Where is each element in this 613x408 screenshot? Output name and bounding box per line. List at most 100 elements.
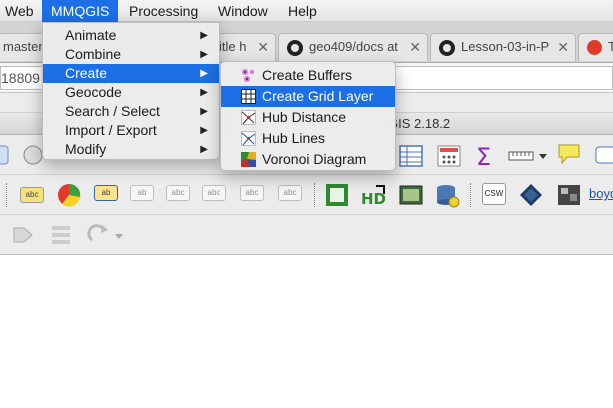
rotate-label-icon[interactable]: abc <box>240 185 264 201</box>
tab-label: master <box>3 39 43 54</box>
menu-item-combine[interactable]: Combine ▶ <box>43 45 219 64</box>
label-text: abc <box>245 188 259 197</box>
menu-item-label: Animate <box>65 27 117 43</box>
menu-item-animate[interactable]: Animate ▶ <box>43 26 219 45</box>
hd-plugin-icon[interactable]: HD <box>360 182 386 208</box>
tomato-icon <box>587 40 602 56</box>
menu-bar: Web MMQGIS Processing Window Help <box>0 0 613 22</box>
chevron-down-icon[interactable] <box>112 223 126 249</box>
menu-item-modify[interactable]: Modify ▶ <box>43 140 219 159</box>
list-icon[interactable] <box>48 222 74 248</box>
label-text: ab <box>101 188 111 197</box>
menu-item-label: Hub Distance <box>262 109 347 125</box>
boyd-link[interactable]: boyd <box>589 186 613 201</box>
move-label-icon[interactable]: abc <box>202 185 226 201</box>
grid-icon <box>241 89 256 104</box>
pin-label-icon[interactable]: ab <box>130 185 154 201</box>
close-icon[interactable]: ✕ <box>409 34 421 60</box>
submenu-arrow-icon: ▶ <box>200 68 208 79</box>
menu-web[interactable]: Web <box>0 0 43 22</box>
tab-label: geo409/docs at <box>309 39 398 54</box>
plugin-green-icon[interactable] <box>324 182 350 208</box>
qgis-toolbar-2: abc ab ab abc abc abc abc HD CSW boyd <box>0 175 613 215</box>
csw-label: CSW <box>484 189 504 198</box>
submenu-arrow-icon: ▶ <box>200 125 208 136</box>
redo-icon[interactable] <box>86 222 112 248</box>
menu-mmqgis[interactable]: MMQGIS <box>42 0 119 22</box>
label-highlight-icon[interactable]: ab <box>94 185 118 201</box>
map-canvas[interactable] <box>0 255 613 408</box>
window-title-text: GIS 2.18.2 <box>388 116 451 131</box>
map-tips-icon[interactable] <box>556 141 582 167</box>
menu-help[interactable]: Help <box>279 0 326 22</box>
browser-tab[interactable]: itle h ✕ <box>212 33 276 61</box>
csw-icon[interactable]: CSW <box>482 183 506 205</box>
satellite-tile-icon[interactable] <box>518 182 544 208</box>
annotation-icon[interactable] <box>594 143 613 169</box>
browser-tab[interactable]: geo409/docs at ✕ <box>278 33 428 61</box>
svg-text:HD: HD <box>361 190 386 208</box>
tab-label: itle h <box>219 39 247 54</box>
toolbar-separator <box>6 183 8 207</box>
diagram-pie-icon[interactable] <box>56 182 82 208</box>
toolbar-separator <box>314 183 316 207</box>
menu-item-create-buffers[interactable]: Create Buffers <box>221 65 395 86</box>
menu-item-label: Search / Select <box>65 103 160 119</box>
svg-text:Σ: Σ <box>476 143 491 169</box>
toolbar-separator <box>470 183 472 207</box>
zoom-icon[interactable] <box>0 142 12 168</box>
statistics-sigma-icon[interactable]: Σ <box>472 143 498 169</box>
label-text: abc <box>25 190 39 199</box>
database-icon[interactable] <box>434 182 460 208</box>
submenu-arrow-icon: ▶ <box>200 144 208 155</box>
close-icon[interactable]: ✕ <box>257 34 269 60</box>
tab-label: T <box>608 39 613 54</box>
menu-item-geocode[interactable]: Geocode ▶ <box>43 83 219 102</box>
voronoi-icon <box>241 152 256 167</box>
menu-item-label: Create <box>65 65 108 81</box>
menu-item-search-select[interactable]: Search / Select ▶ <box>43 102 219 121</box>
menu-window[interactable]: Window <box>209 0 277 22</box>
screen: { "menubar": { "items": ["Web", "MMQGIS"… <box>0 0 613 408</box>
menu-item-create-grid-layer[interactable]: Create Grid Layer <box>221 86 395 107</box>
field-calculator-icon[interactable] <box>436 143 462 169</box>
buffers-icon <box>242 69 255 82</box>
label-text: abc <box>171 188 185 197</box>
create-submenu: Create Buffers Create Grid Layer Hub Dis… <box>220 61 396 171</box>
menu-item-label: Geocode <box>65 84 122 100</box>
menu-item-hub-lines[interactable]: Hub Lines <box>221 128 395 149</box>
hub-lines-icon <box>241 131 256 146</box>
submenu-arrow-icon: ▶ <box>200 30 208 41</box>
measure-ruler-icon[interactable] <box>508 143 534 169</box>
label-text: ab <box>137 188 147 197</box>
photo-plugin-icon[interactable] <box>398 182 424 208</box>
show-label-icon[interactable]: abc <box>166 185 190 201</box>
menu-item-label: Voronoi Diagram <box>262 151 367 167</box>
menu-item-label: Import / Export <box>65 122 157 138</box>
menu-item-voronoi-diagram[interactable]: Voronoi Diagram <box>221 149 395 170</box>
submenu-arrow-icon: ▶ <box>200 87 208 98</box>
menu-item-label: Hub Lines <box>262 130 326 146</box>
menu-item-label: Create Grid Layer <box>262 88 374 104</box>
mmqgis-dropdown: Animate ▶ Combine ▶ Create ▶ Geocode ▶ Searc… <box>42 22 220 160</box>
url-text: 18809 <box>1 70 40 86</box>
close-icon[interactable]: ✕ <box>557 34 569 60</box>
label-tool-icon[interactable]: abc <box>20 187 44 203</box>
menu-item-import-export[interactable]: Import / Export ▶ <box>43 121 219 140</box>
label-text: abc <box>283 188 297 197</box>
tab-label: Lesson-03-in-P <box>461 39 550 54</box>
tag-icon[interactable] <box>10 222 36 248</box>
browser-tab[interactable]: master <box>0 33 46 61</box>
menu-item-create[interactable]: Create ▶ <box>43 64 219 83</box>
menu-item-label: Modify <box>65 141 107 157</box>
menu-item-label: Create Buffers <box>262 67 353 83</box>
chevron-down-icon[interactable] <box>536 143 550 169</box>
menu-processing[interactable]: Processing <box>120 0 207 22</box>
menu-item-hub-distance[interactable]: Hub Distance <box>221 107 395 128</box>
change-label-icon[interactable]: abc <box>278 185 302 201</box>
photo-grid-icon[interactable] <box>556 182 582 208</box>
attribute-table-icon[interactable] <box>398 143 424 169</box>
github-icon <box>439 39 455 56</box>
browser-tab[interactable]: Lesson-03-in-P ✕ <box>430 33 576 61</box>
browser-tab[interactable]: T <box>578 33 613 61</box>
